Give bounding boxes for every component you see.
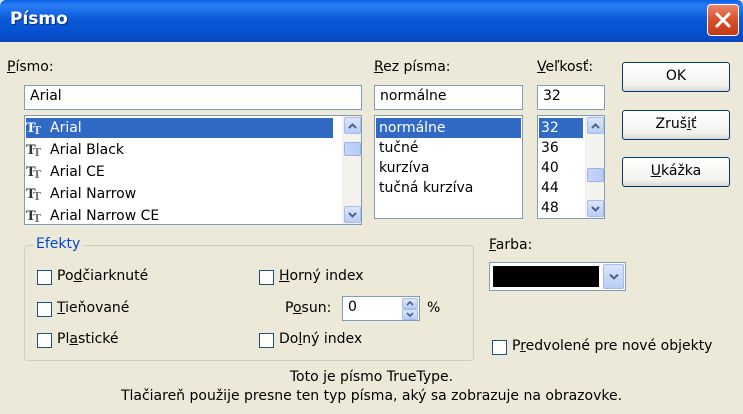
font-list-item[interactable]: T T Arial <box>26 118 333 138</box>
spin-up-button[interactable] <box>402 298 418 309</box>
effects-title: Efekty <box>33 236 84 252</box>
title-bar: Písmo <box>0 0 743 42</box>
scroll-up-button[interactable] <box>587 117 604 134</box>
shadow-label: Tieňované <box>57 300 130 316</box>
scroll-down-button[interactable] <box>587 200 604 217</box>
svg-text:T: T <box>33 168 42 179</box>
font-listbox[interactable]: T T Arial T T Arial Black T T Arial CE T T Arial… <box>24 115 362 225</box>
truetype-font-icon: TT <box>26 165 42 179</box>
spin-down-button[interactable] <box>402 309 418 320</box>
font-list-item[interactable]: T T Arial CE <box>26 162 105 182</box>
size-label: Veľkosť: <box>537 59 594 75</box>
close-button[interactable] <box>707 4 739 36</box>
underline-checkbox[interactable] <box>37 270 52 285</box>
default-for-new-objects-checkbox[interactable] <box>492 340 507 355</box>
color-swatch <box>493 266 599 287</box>
emboss-checkbox[interactable] <box>37 333 52 348</box>
style-list-item[interactable]: kurzíva <box>376 158 429 178</box>
font-name-input[interactable]: Arial <box>24 85 362 110</box>
font-label: Písmo: <box>7 59 54 75</box>
svg-text:T: T <box>33 146 42 157</box>
svg-text:T: T <box>33 212 42 223</box>
shadow-checkbox[interactable] <box>37 302 52 317</box>
preview-button[interactable]: Ukážka <box>622 157 730 187</box>
style-list-item[interactable]: tučné <box>376 138 419 158</box>
subscript-checkbox[interactable] <box>259 333 274 348</box>
size-list-item[interactable]: 48 <box>539 198 559 218</box>
style-input[interactable]: normálne <box>374 85 523 110</box>
size-input[interactable]: 32 <box>537 85 605 110</box>
font-info-line: Toto je písmo TrueType. <box>289 369 454 385</box>
truetype-font-icon: TT <box>26 143 42 157</box>
chevron-down-icon <box>406 312 414 317</box>
size-list-item[interactable]: 32 <box>539 118 583 138</box>
chevron-down-icon <box>348 211 357 218</box>
truetype-font-icon: TT <box>26 187 42 201</box>
style-list-item[interactable]: tučná kurzíva <box>376 178 473 198</box>
superscript-label: Horný index <box>279 268 364 284</box>
emboss-label: Plastické <box>57 331 119 347</box>
default-for-new-objects-label: Predvolené pre nové objekty <box>512 338 713 354</box>
style-listbox[interactable]: normálne tučné kurzíva tučná kurzíva <box>374 115 523 219</box>
ok-button[interactable]: OK <box>622 62 730 92</box>
truetype-font-icon: TT <box>26 121 42 135</box>
offset-value[interactable]: 0 <box>348 299 357 315</box>
scroll-thumb[interactable] <box>587 168 604 182</box>
offset-unit: % <box>427 300 441 316</box>
underline-label: Podčiarknuté <box>57 268 149 284</box>
offset-label: Posun: <box>285 300 332 316</box>
font-list-scrollbar[interactable] <box>342 116 361 224</box>
truetype-font-icon: TT <box>26 209 42 223</box>
chevron-down-icon <box>591 205 600 212</box>
color-label: Farba: <box>489 237 533 253</box>
chevron-up-icon <box>348 122 357 129</box>
svg-text:T: T <box>33 124 42 135</box>
font-list-item[interactable]: T T Arial Black <box>26 140 124 160</box>
offset-spinner[interactable]: 0 <box>342 296 420 321</box>
chevron-up-icon <box>406 301 414 306</box>
size-list-item[interactable]: 36 <box>539 138 559 158</box>
size-list-scrollbar[interactable] <box>585 116 604 218</box>
font-list-item[interactable]: T T Arial Narrow CE <box>26 206 159 224</box>
size-list-item[interactable]: 40 <box>539 158 559 178</box>
style-label: Rez písma: <box>374 59 451 75</box>
cancel-button[interactable]: Zrušiť <box>622 110 730 140</box>
style-list-item[interactable]: normálne <box>376 118 521 138</box>
font-list-item[interactable]: T T Arial Narrow <box>26 184 136 204</box>
chevron-up-icon <box>591 122 600 129</box>
size-list-item[interactable]: 44 <box>539 178 559 198</box>
svg-text:T: T <box>33 190 42 201</box>
window-title: Písmo <box>10 9 68 29</box>
size-listbox[interactable]: 32 36 40 44 48 <box>537 115 605 219</box>
close-icon <box>715 12 731 28</box>
font-info-description: Tlačiareň použije presne ten typ písma, … <box>120 388 623 404</box>
dropdown-button[interactable] <box>603 264 624 289</box>
subscript-label: Dolný index <box>279 331 363 347</box>
scroll-down-button[interactable] <box>344 206 361 223</box>
scroll-up-button[interactable] <box>344 117 361 134</box>
superscript-checkbox[interactable] <box>259 270 274 285</box>
color-dropdown[interactable] <box>489 262 626 291</box>
scroll-thumb[interactable] <box>344 142 361 156</box>
chevron-down-icon <box>608 273 619 280</box>
